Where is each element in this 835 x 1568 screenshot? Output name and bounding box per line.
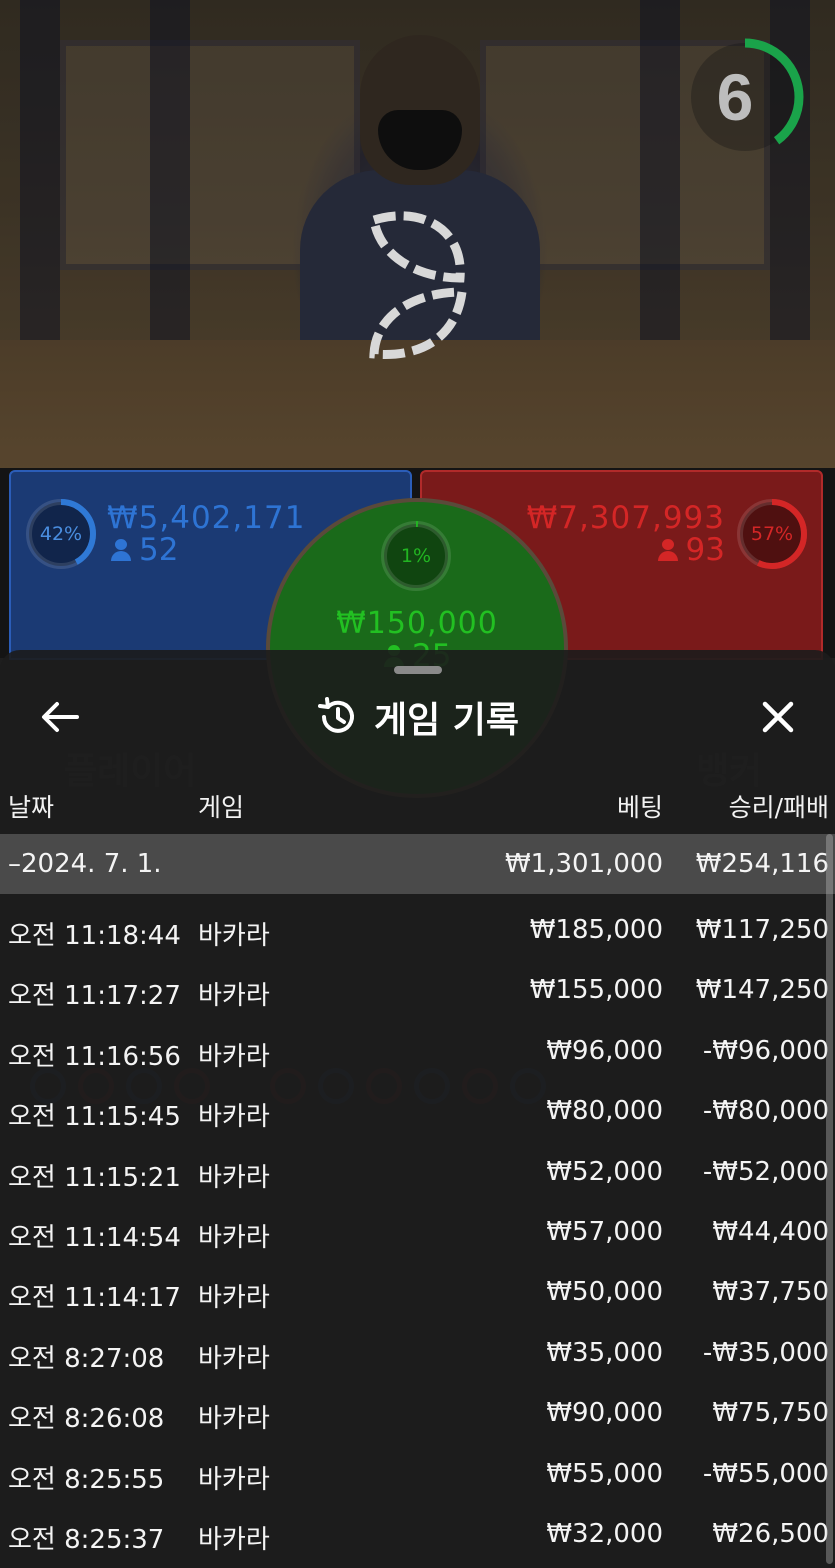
row-time: 오전 8:27:08 xyxy=(8,1343,165,1374)
row-bet: ₩55,000 xyxy=(546,1458,663,1489)
group-win-loss-total: ₩254,116 xyxy=(695,849,829,879)
player-count: 52 xyxy=(111,532,178,568)
tie-percent-ring: 1% xyxy=(378,518,454,594)
row-win-loss: ₩44,400 xyxy=(712,1216,829,1247)
game-history-sheet: 게임 기록 날짜 게임 베팅 승리/패배 –2024. 7. 1. ₩1,301… xyxy=(0,650,835,1568)
player-total-amount: ₩5,402,171 xyxy=(107,500,306,536)
banker-count: 93 xyxy=(657,532,725,568)
group-bet-total: ₩1,301,000 xyxy=(504,849,663,879)
row-win-loss: -₩52,000 xyxy=(702,1156,829,1187)
banker-percent: 57% xyxy=(750,523,794,545)
table-row[interactable]: 오전 8:25:37 바카라 ₩32,000 ₩26,500 xyxy=(0,1504,835,1564)
person-icon xyxy=(111,539,131,561)
row-win-loss: -₩80,000 xyxy=(702,1096,829,1127)
banker-count-value: 93 xyxy=(685,532,725,568)
table-row[interactable]: 오전 11:15:21 바카라 ₩52,000 -₩52,000 xyxy=(0,1142,835,1202)
row-bet: ₩185,000 xyxy=(529,915,663,945)
row-game: 바카라 xyxy=(198,1102,270,1133)
column-win-loss: 승리/패배 xyxy=(728,793,829,822)
tie-total-amount: ₩150,000 xyxy=(336,606,498,641)
row-game: 바카라 xyxy=(198,1464,270,1495)
player-percent: 42% xyxy=(39,523,83,545)
row-bet: ₩80,000 xyxy=(546,1096,663,1127)
row-bet: ₩50,000 xyxy=(546,1277,663,1308)
row-game: 바카라 xyxy=(198,1162,270,1193)
countdown-value: 6 xyxy=(716,60,754,134)
row-win-loss: ₩117,250 xyxy=(695,915,829,945)
player-count-value: 52 xyxy=(139,532,179,568)
row-game: 바카라 xyxy=(198,981,270,1012)
row-time: 오전 8:25:37 xyxy=(8,1524,165,1555)
column-game: 게임 xyxy=(198,793,245,822)
sheet-title: 게임 기록 xyxy=(373,700,519,741)
row-win-loss: -₩55,000 xyxy=(702,1458,829,1489)
row-win-loss: -₩35,000 xyxy=(702,1337,829,1368)
player-percent-ring: 42% xyxy=(23,496,99,572)
row-time: 오전 11:14:17 xyxy=(8,1283,181,1314)
row-game: 바카라 xyxy=(198,1283,270,1314)
tie-percent: 1% xyxy=(400,545,432,567)
table-row[interactable]: 오전 8:26:08 바카라 ₩90,000 ₩75,750 xyxy=(0,1383,835,1443)
row-time: 오전 8:25:55 xyxy=(8,1464,165,1495)
row-bet: ₩155,000 xyxy=(529,975,663,1006)
row-time: 오전 11:15:45 xyxy=(8,1102,181,1133)
close-button[interactable] xyxy=(748,690,808,744)
row-win-loss: ₩147,250 xyxy=(695,975,829,1006)
row-time: 오전 8:26:08 xyxy=(8,1404,165,1435)
row-bet: ₩57,000 xyxy=(546,1216,663,1247)
row-bet: ₩35,000 xyxy=(546,1337,663,1368)
table-row[interactable]: 오전 11:17:27 바카라 ₩155,000 ₩147,250 xyxy=(0,960,835,1020)
arrow-left-icon xyxy=(42,702,79,732)
column-bet: 베팅 xyxy=(616,793,663,822)
row-bet: ₩52,000 xyxy=(546,1156,663,1187)
scrollbar[interactable] xyxy=(826,834,833,1564)
person-icon xyxy=(657,539,678,561)
countdown-timer: 6 xyxy=(685,30,807,164)
table-row[interactable]: 오전 11:15:45 바카라 ₩80,000 -₩80,000 xyxy=(0,1081,835,1141)
row-game: 바카라 xyxy=(198,1524,270,1555)
close-icon xyxy=(762,701,794,733)
table-row[interactable]: 오전 11:18:44 바카라 ₩185,000 ₩117,250 xyxy=(0,900,835,960)
row-bet: ₩96,000 xyxy=(546,1035,663,1066)
row-time: 오전 11:17:27 xyxy=(8,981,181,1012)
row-win-loss: -₩96,000 xyxy=(702,1035,829,1066)
row-game: 바카라 xyxy=(198,1041,270,1072)
history-table-header: 날짜 게임 베팅 승리/패배 xyxy=(0,782,835,822)
row-game: 바카라 xyxy=(198,921,270,951)
row-win-loss: ₩75,750 xyxy=(712,1398,829,1429)
banker-total-amount: ₩7,307,993 xyxy=(526,500,725,536)
row-bet: ₩32,000 xyxy=(546,1518,663,1549)
row-bet: ₩90,000 xyxy=(546,1398,663,1429)
history-clock-icon xyxy=(317,697,354,733)
date-group-row[interactable]: –2024. 7. 1. ₩1,301,000 ₩254,116 xyxy=(0,834,835,894)
table-row[interactable]: 오전 11:14:17 바카라 ₩50,000 ₩37,750 xyxy=(0,1262,835,1322)
row-game: 바카라 xyxy=(198,1343,270,1374)
banker-percent-ring: 57% xyxy=(734,496,810,572)
row-win-loss: ₩26,500 xyxy=(712,1518,829,1549)
row-win-loss: ₩37,750 xyxy=(712,1277,829,1308)
group-date: –2024. 7. 1. xyxy=(8,849,162,879)
row-game: 바카라 xyxy=(198,1404,270,1435)
table-row[interactable]: 오전 8:27:08 바카라 ₩35,000 -₩35,000 xyxy=(0,1323,835,1383)
back-button[interactable] xyxy=(30,690,90,744)
row-time: 오전 11:14:54 xyxy=(8,1222,181,1253)
loading-spinner-icon xyxy=(360,208,476,364)
sheet-drag-handle[interactable] xyxy=(394,666,442,674)
row-time: 오전 11:18:44 xyxy=(8,921,181,951)
row-time: 오전 11:15:21 xyxy=(8,1162,181,1193)
table-row[interactable]: 오전 8:25:55 바카라 ₩55,000 -₩55,000 xyxy=(0,1444,835,1504)
row-game: 바카라 xyxy=(198,1222,270,1253)
row-time: 오전 11:16:56 xyxy=(8,1041,181,1072)
table-row[interactable]: 오전 11:14:54 바카라 ₩57,000 ₩44,400 xyxy=(0,1202,835,1262)
column-date: 날짜 xyxy=(8,793,55,822)
history-table-body: –2024. 7. 1. ₩1,301,000 ₩254,116 오전 11:1… xyxy=(0,834,835,1564)
table-row[interactable]: 오전 11:16:56 바카라 ₩96,000 -₩96,000 xyxy=(0,1021,835,1081)
